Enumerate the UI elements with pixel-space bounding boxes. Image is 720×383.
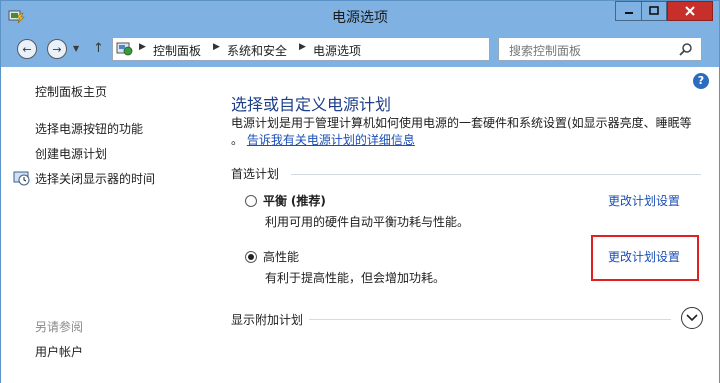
page-description: 电源计划是用于管理计算机如何使用电源的一套硬件和系统设置(如显示器亮度、睡眠等 … (231, 115, 701, 149)
show-additional-plans-label[interactable]: 显示附加计划 (231, 311, 303, 328)
title-bar[interactable]: 电源选项 (1, 1, 719, 31)
sidebar-display-off-time[interactable]: 选择关闭显示器的时间 (35, 170, 155, 187)
plan-balanced-title: 平衡 (263, 194, 288, 208)
close-icon (685, 6, 695, 16)
arrow-left-icon: ← (22, 42, 32, 56)
close-button[interactable] (667, 1, 713, 21)
chevron-down-icon: ▼ (73, 44, 80, 53)
highlight-annotation-box (591, 235, 699, 281)
chevron-down-icon (686, 314, 698, 322)
recent-pages-dropdown[interactable]: ▼ (73, 44, 79, 53)
content-area: ? 控制面板主页 选择电源按钮的功能 创建电源计划 选择关闭显示器的时间 另请参… (1, 67, 719, 383)
maximize-button[interactable] (641, 1, 667, 21)
search-icon[interactable] (679, 42, 693, 56)
plan-balanced-change-settings-link[interactable]: 更改计划设置 (608, 192, 680, 209)
plan-balanced-radio[interactable] (245, 195, 257, 207)
back-button[interactable]: ← (17, 39, 37, 59)
minimize-icon (624, 12, 633, 14)
arrow-right-icon: → (52, 42, 62, 56)
maximize-icon (649, 6, 659, 15)
description-text: 电源计划是用于管理计算机如何使用电源的一套硬件和系统设置(如显示器亮度、睡眠等 (231, 116, 692, 130)
breadcrumb-separator-icon[interactable]: ▶ (299, 42, 306, 52)
breadcrumb-system-security[interactable]: 系统和安全 (227, 42, 287, 59)
see-also-label: 另请参阅 (35, 320, 84, 334)
help-icon[interactable]: ? (693, 73, 709, 89)
sidebar-power-button-function[interactable]: 选择电源按钮的功能 (35, 120, 143, 137)
address-bar[interactable]: ▶ 控制面板 ▶ 系统和安全 ▶ 电源选项 ▼ ↻ (112, 37, 594, 61)
page-title: 选择或自定义电源计划 (231, 95, 392, 114)
plan-balanced-tag: (推荐) (290, 194, 326, 208)
description-tail: 。 (231, 133, 244, 147)
plan-high-performance-description: 有利于提高性能，但会增加功耗。 (265, 271, 446, 285)
sidebar-user-accounts[interactable]: 用户帐户 (35, 343, 83, 360)
breadcrumb-control-panel[interactable]: 控制面板 (153, 42, 201, 59)
plan-high-performance-name[interactable]: 高性能 (263, 248, 299, 265)
section-divider (291, 174, 701, 175)
breadcrumb-separator-icon[interactable]: ▶ (213, 42, 220, 52)
up-button[interactable]: ↑ (93, 41, 104, 56)
preferred-plans-label: 首选计划 (231, 167, 280, 181)
breadcrumb-power-options[interactable]: 电源选项 (313, 42, 361, 59)
section-divider (309, 319, 671, 320)
display-timeout-icon (13, 171, 30, 186)
plan-balanced-description: 利用可用的硬件自动平衡功耗与性能。 (265, 215, 470, 229)
navigation-bar: ← → ▼ ↑ ▶ 控制面板 ▶ 系统和安全 ▶ 电源选项 ▼ ↻ 搜 (1, 31, 719, 67)
sidebar-control-panel-home[interactable]: 控制面板主页 (35, 83, 107, 100)
plan-high-performance-radio[interactable] (245, 251, 257, 263)
breadcrumb-separator-icon[interactable]: ▶ (139, 42, 146, 52)
power-options-window: 电源选项 ← → ▼ ↑ ▶ 控制面板 ▶ 系统和安全 ▶ 电源选项 搜索控制面… (0, 0, 720, 383)
learn-more-link[interactable]: 告诉我有关电源计划的详细信息 (247, 133, 415, 147)
control-panel-icon (116, 42, 133, 56)
expand-additional-plans-button[interactable] (681, 307, 703, 329)
minimize-button[interactable] (615, 1, 641, 21)
arrow-up-icon: ↑ (93, 41, 104, 56)
forward-button[interactable]: → (47, 39, 67, 59)
search-input[interactable]: 搜索控制面板 (498, 37, 702, 61)
search-placeholder: 搜索控制面板 (509, 44, 582, 58)
window-title: 电源选项 (332, 10, 388, 26)
plan-balanced-name[interactable]: 平衡 (推荐) (263, 192, 326, 209)
sidebar-create-power-plan[interactable]: 创建电源计划 (35, 145, 107, 162)
